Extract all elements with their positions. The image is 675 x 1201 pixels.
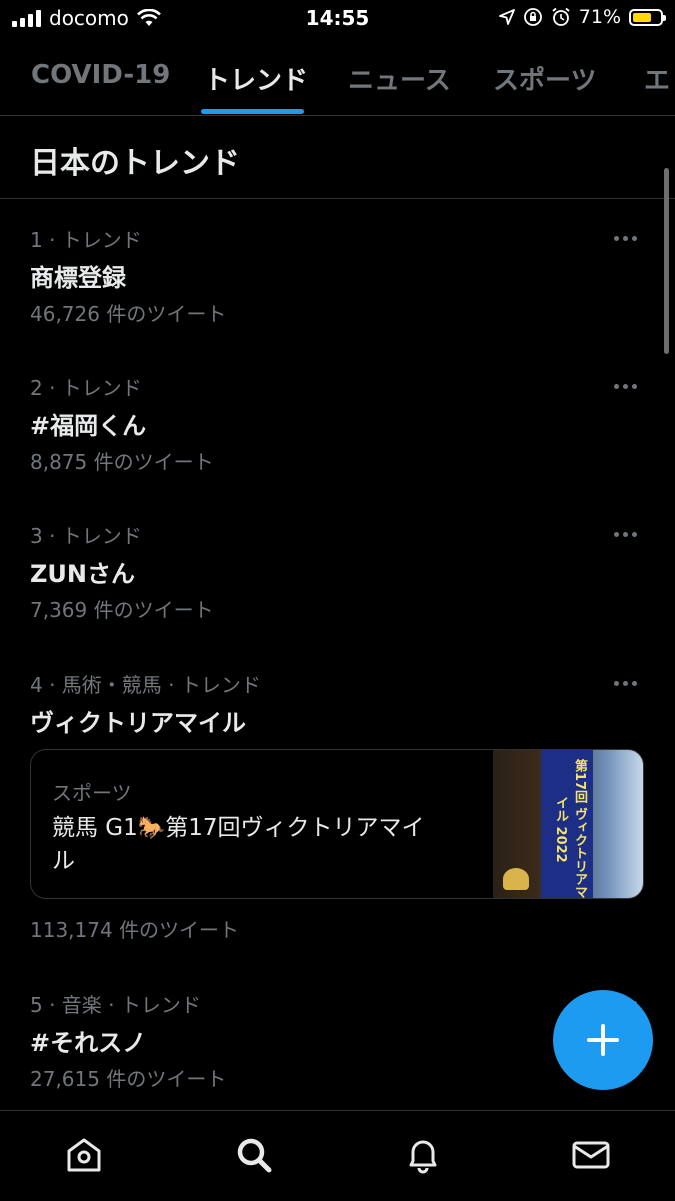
banner-text: 第17回 ヴィクトリアマイル 2022 xyxy=(553,759,587,899)
trend-name: #福岡くん xyxy=(30,412,147,440)
trend-name: ヴィクトリアマイル xyxy=(30,709,246,737)
battery-percent: 71% xyxy=(578,6,621,28)
trophy-image xyxy=(503,868,529,890)
trend-meta: 3 · トレンド xyxy=(30,524,142,548)
trend-meta: 4 · 馬術・競馬 · トレンド xyxy=(30,673,261,697)
mail-icon[interactable] xyxy=(571,1135,611,1175)
trend-item[interactable]: 1 · トレンド 商標登録 46,726 件のツイート xyxy=(0,224,675,334)
explore-tabs: COVID-19 トレンド ニュース スポーツ エ xyxy=(0,38,675,116)
trend-tweet-count: 27,615 件のツイート xyxy=(30,1067,227,1091)
trend-item[interactable]: 3 · トレンド ZUNさん 7,369 件のツイート xyxy=(0,520,675,630)
trend-tweet-count: 113,174 件のツイート xyxy=(30,918,240,942)
tab-trends[interactable]: トレンド xyxy=(204,60,308,97)
more-options-icon[interactable] xyxy=(614,380,644,392)
status-bar: docomo 14:55 71% xyxy=(0,0,675,38)
card-title-part: 競馬 G1 xyxy=(52,815,138,841)
alarm-icon xyxy=(552,7,570,26)
trend-tweet-count: 46,726 件のツイート xyxy=(30,302,227,326)
trend-name: 商標登録 xyxy=(30,264,126,292)
battery-icon xyxy=(629,8,666,26)
scrollbar[interactable] xyxy=(664,168,669,354)
battery-fill xyxy=(633,12,651,22)
trend-meta: 1 · トレンド xyxy=(30,228,142,252)
trend-meta: 2 · トレンド xyxy=(30,376,142,400)
orientation-lock-icon xyxy=(523,8,542,26)
trend-name: ZUNさん xyxy=(30,560,135,588)
trend-name: #それスノ xyxy=(30,1029,147,1057)
tab-news[interactable]: ニュース xyxy=(348,60,451,97)
horse-icon: 🐎 xyxy=(137,816,166,841)
more-options-icon[interactable] xyxy=(614,528,644,540)
tab-covid-19[interactable]: COVID-19 xyxy=(31,60,170,90)
search-icon[interactable] xyxy=(234,1135,274,1175)
tab-sports[interactable]: スポーツ xyxy=(493,60,596,97)
active-tab-indicator xyxy=(201,109,304,114)
card-category: スポーツ xyxy=(52,781,132,805)
home-icon[interactable] xyxy=(64,1135,104,1175)
trend-meta: 5 · 音楽 · トレンド xyxy=(30,993,201,1017)
location-arrow-icon xyxy=(498,9,515,25)
bell-icon[interactable] xyxy=(403,1135,443,1175)
status-right: 71% xyxy=(498,6,666,28)
compose-button[interactable] xyxy=(553,990,653,1090)
tab-entertainment[interactable]: エ xyxy=(644,60,670,97)
trend-tweet-count: 7,369 件のツイート xyxy=(30,598,214,622)
trend-tweet-count: 8,875 件のツイート xyxy=(30,450,214,474)
section-title: 日本のトレンド xyxy=(30,146,240,181)
more-options-icon[interactable] xyxy=(614,677,644,689)
trend-count-row: 113,174 件のツイート xyxy=(0,914,675,944)
bottom-nav xyxy=(0,1110,675,1201)
more-options-icon[interactable] xyxy=(614,232,644,244)
card-thumbnail: 第17回 ヴィクトリアマイル 2022 xyxy=(493,750,643,899)
trend-news-card[interactable]: スポーツ 競馬 G1🐎第17回ヴィクトリアマイル 第17回 ヴィクトリアマイル … xyxy=(30,749,644,899)
trend-item[interactable]: 2 · トレンド #福岡くん 8,875 件のツイート xyxy=(0,372,675,482)
card-title: 競馬 G1🐎第17回ヴィクトリアマイル xyxy=(52,812,432,877)
divider xyxy=(0,198,675,199)
